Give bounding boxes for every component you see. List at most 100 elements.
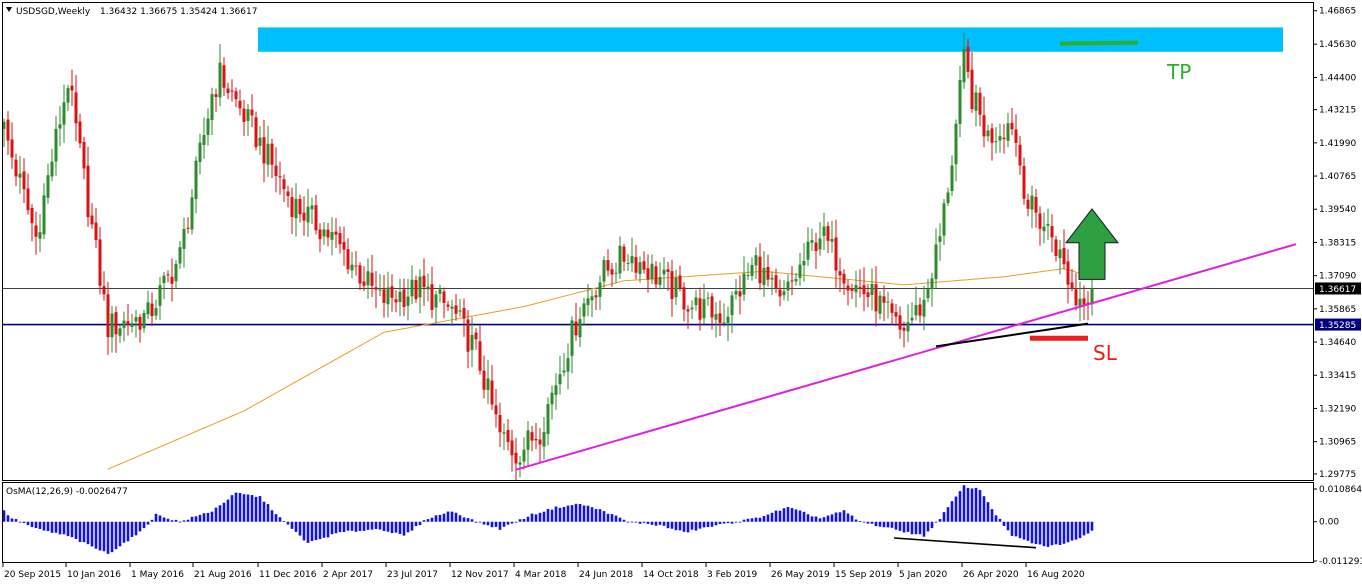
candle-body — [802, 260, 806, 266]
osma-bar — [1078, 521, 1082, 539]
osma-bar — [750, 518, 754, 522]
y-tick-label: 1.39540 — [1319, 205, 1356, 215]
candle-body — [18, 173, 22, 178]
osma-bar — [762, 516, 766, 522]
candle-body — [710, 296, 714, 318]
candle-body — [498, 414, 502, 433]
ohlc-readout: 1.36432 1.36675 1.35424 1.36617 — [100, 7, 257, 17]
candle-body — [470, 334, 474, 351]
osma-bar — [206, 512, 210, 522]
candle-body — [238, 100, 242, 109]
candle-body — [814, 242, 818, 252]
symbol-timeframe: USDSGD,Weekly — [16, 7, 91, 17]
osma-bar — [1022, 521, 1026, 540]
osma-bar — [278, 517, 282, 522]
candle-body — [954, 123, 958, 165]
candle-body — [90, 215, 94, 225]
candle-body — [910, 317, 914, 321]
candle-body — [278, 176, 282, 178]
osma-bar — [238, 493, 242, 522]
osma-bar — [582, 505, 586, 522]
candle-body — [590, 296, 594, 301]
osma-bar — [774, 510, 778, 522]
candle-body — [934, 244, 938, 280]
candle-body — [478, 341, 482, 371]
candle-body — [682, 287, 686, 310]
osma-bar — [226, 499, 230, 522]
osma-bar — [494, 521, 498, 527]
osma-bar — [670, 521, 674, 529]
candle-body — [266, 143, 270, 165]
osma-bar — [326, 521, 330, 538]
y-tick-label: 1.45630 — [1319, 40, 1356, 50]
candle-body — [878, 295, 882, 314]
osma-bar — [686, 521, 690, 533]
osma-bar — [414, 521, 418, 527]
candle-body — [50, 161, 54, 177]
candle-body — [914, 305, 918, 316]
osma-bar — [966, 487, 970, 522]
candle-body — [658, 277, 662, 285]
osma-bar — [870, 521, 874, 524]
candle-body — [338, 233, 342, 245]
candle-body — [742, 273, 746, 295]
osma-bar — [82, 521, 86, 543]
candle-body — [466, 319, 470, 352]
osma-bar — [394, 521, 398, 533]
osma-bar — [518, 519, 522, 522]
x-tick-label: 2 Apr 2017 — [323, 570, 373, 580]
candle-body — [962, 49, 966, 83]
current-price-label: 1.36617 — [1319, 285, 1356, 295]
osma-bar — [998, 518, 1002, 522]
osma-bar — [354, 521, 358, 532]
y-tick-label: 1.38315 — [1319, 238, 1356, 248]
osma-bar — [454, 512, 458, 522]
candle-body — [566, 358, 570, 372]
osma-bar — [266, 504, 270, 522]
candle-body — [534, 438, 538, 441]
osma-bar — [638, 521, 642, 524]
osma-bar — [554, 506, 558, 522]
osma-bar — [590, 507, 594, 522]
osma-bar — [162, 517, 166, 522]
osma-bar — [386, 521, 390, 532]
osma-bar — [858, 521, 862, 523]
candle-body — [54, 128, 58, 162]
osma-bar — [682, 521, 686, 532]
candle-body — [610, 269, 614, 275]
y-tick-label: 1.34640 — [1319, 338, 1356, 348]
y-tick-label: 1.46865 — [1319, 7, 1356, 17]
candle-body — [430, 284, 434, 310]
osma-bar — [746, 518, 750, 522]
candle-body — [246, 109, 250, 121]
candle-body — [1070, 282, 1074, 289]
osma-bar — [1050, 521, 1054, 546]
osma-bar — [262, 501, 266, 522]
osma-bar — [970, 488, 974, 522]
candle-body — [546, 404, 550, 435]
osma-bar — [1090, 521, 1094, 531]
osma-bar — [1074, 521, 1078, 540]
candle-body — [102, 286, 106, 295]
osma-bar — [106, 521, 110, 554]
osma-bar — [478, 521, 482, 523]
osma-bar — [14, 519, 18, 522]
osma-bar — [94, 521, 98, 549]
osma-bar — [1058, 521, 1062, 546]
candle-body — [458, 310, 462, 312]
candle-body — [518, 462, 522, 465]
candle-body — [218, 62, 222, 98]
osma-bar — [926, 521, 930, 532]
candle-body — [178, 247, 182, 264]
osma-bar — [630, 521, 634, 523]
candle-body — [826, 226, 830, 241]
candle-body — [842, 273, 846, 284]
osma-bar — [826, 515, 830, 522]
y-tick-label: 1.37090 — [1319, 272, 1356, 282]
candle-body — [206, 118, 210, 135]
osma-bar — [174, 519, 178, 522]
osma-bar — [958, 491, 962, 522]
osma-bar — [498, 521, 502, 530]
candle-body — [110, 313, 114, 338]
osma-bar — [810, 516, 814, 522]
